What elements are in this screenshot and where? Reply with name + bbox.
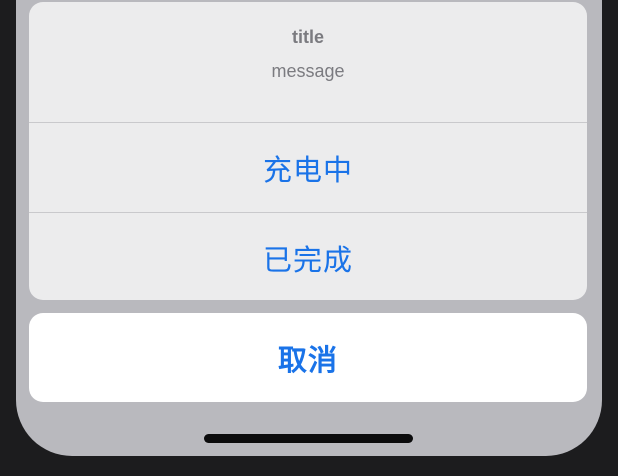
action-sheet: title message 充电中 已完成 [29, 2, 587, 300]
action-charging-button[interactable]: 充电中 [29, 123, 587, 213]
device-frame: title message 充电中 已完成 取消 [0, 0, 618, 476]
action-sheet-message: message [271, 61, 345, 81]
action-sheet-header: title message [29, 2, 587, 123]
screen-overlay: title message 充电中 已完成 取消 [16, 0, 602, 456]
home-indicator[interactable] [204, 434, 413, 443]
action-completed-button[interactable]: 已完成 [29, 213, 587, 300]
cancel-button[interactable]: 取消 [29, 313, 587, 402]
action-sheet-title: title [291, 27, 324, 47]
